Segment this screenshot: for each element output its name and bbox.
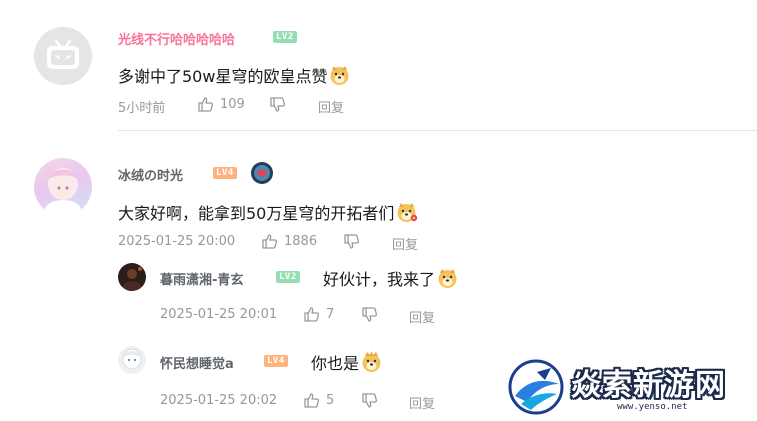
comment-time: 2025-01-25 20:00 xyxy=(118,234,236,249)
bilibili-tv-icon xyxy=(47,39,79,69)
avatar[interactable] xyxy=(118,346,146,374)
thumbs-down-icon[interactable] xyxy=(343,233,360,250)
thumbs-up-icon[interactable] xyxy=(261,233,278,250)
anime-girl-avatar-icon xyxy=(45,168,81,216)
username[interactable]: 怀民想睡觉a xyxy=(160,353,234,372)
doge-emoji-icon xyxy=(437,268,458,293)
watermark-logo-icon xyxy=(508,359,564,415)
reply-text: 你也是 xyxy=(311,350,382,377)
reply-button[interactable]: 回复 xyxy=(318,97,344,116)
watermark: 焱索新游网 www.yenso.net xyxy=(505,358,755,418)
reply-time: 2025-01-25 20:01 xyxy=(160,307,278,322)
level-badge: LV2 xyxy=(276,271,300,283)
comment-divider xyxy=(118,130,757,131)
reply-text: 好伙计，我来了 xyxy=(323,266,458,293)
thumbs-down-icon[interactable] xyxy=(269,96,286,113)
avatar[interactable] xyxy=(34,158,92,216)
comment-text-body: 大家好啊，能拿到50万星穹的开拓者们 xyxy=(118,204,395,223)
reply-button[interactable]: 回复 xyxy=(409,393,435,412)
thumbs-up-icon[interactable] xyxy=(303,306,320,323)
like-count: 1886 xyxy=(284,234,318,249)
watermark-text: 焱索新游网 xyxy=(571,368,726,403)
level-badge: LV4 xyxy=(264,355,288,367)
username[interactable]: 暮雨潇湘-青玄 xyxy=(160,269,243,288)
username[interactable]: 冰绒の时光 xyxy=(118,165,183,184)
comment-text: 多谢中了50w星穹的欧皇点赞 xyxy=(118,63,350,90)
reply-text-body: 好伙计，我来了 xyxy=(323,270,436,289)
reply-button[interactable]: 回复 xyxy=(392,234,418,253)
fan-medal-icon xyxy=(251,162,273,184)
white-haired-avatar-icon xyxy=(122,348,142,370)
level-badge: LV2 xyxy=(273,31,297,43)
reply-time: 2025-01-25 20:02 xyxy=(160,393,278,408)
comment-time: 5小时前 xyxy=(118,101,166,116)
watermark-url: www.yenso.net xyxy=(617,402,688,412)
doge-crown-emoji-icon xyxy=(361,351,382,377)
reply-text-body: 你也是 xyxy=(311,354,360,373)
thumbs-down-icon[interactable] xyxy=(361,306,378,323)
dark-portrait-avatar-icon xyxy=(123,267,142,291)
level-badge: LV4 xyxy=(213,167,237,179)
avatar[interactable] xyxy=(118,263,146,291)
username[interactable]: 光线不行哈哈哈哈哈 xyxy=(118,29,235,48)
doge-flower-emoji-icon xyxy=(396,202,418,227)
like-count: 7 xyxy=(326,307,335,322)
avatar[interactable] xyxy=(34,27,92,85)
like-count: 109 xyxy=(220,97,245,112)
thumbs-up-icon[interactable] xyxy=(197,96,214,113)
like-count: 5 xyxy=(326,393,335,408)
doge-emoji-icon xyxy=(329,65,350,90)
comment-text-body: 多谢中了50w星穹的欧皇点赞 xyxy=(118,67,328,86)
thumbs-up-icon[interactable] xyxy=(303,392,320,409)
thumbs-down-icon[interactable] xyxy=(361,392,378,409)
comment-text: 大家好啊，能拿到50万星穹的开拓者们 xyxy=(118,200,418,227)
reply-button[interactable]: 回复 xyxy=(409,307,435,326)
